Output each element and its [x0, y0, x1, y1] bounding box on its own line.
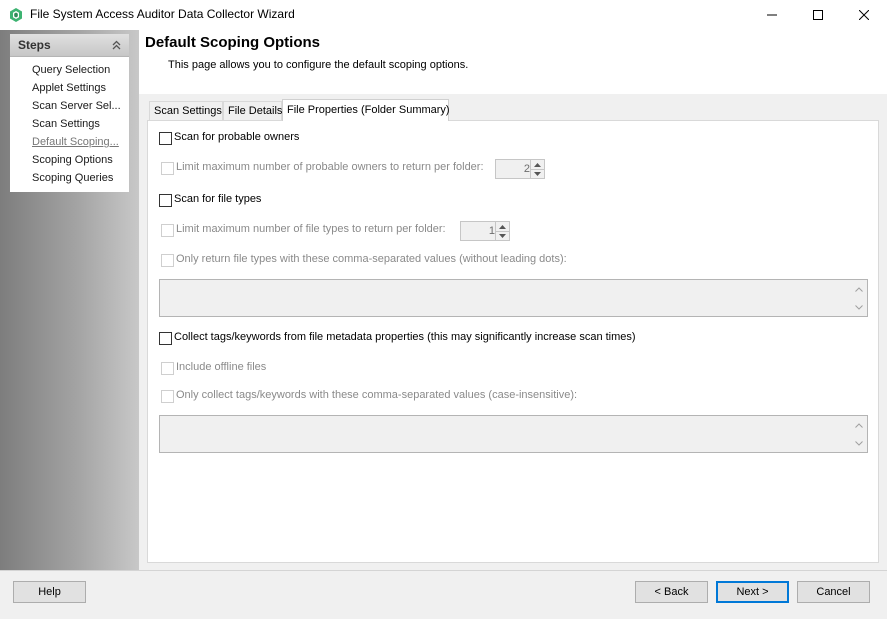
maximize-button[interactable] — [795, 0, 841, 30]
scroll-down-icon[interactable] — [854, 438, 864, 448]
step-default-scoping[interactable]: Default Scoping... — [32, 136, 124, 148]
only-file-types-label: Only return file types with these comma-… — [176, 253, 567, 265]
step-scan-server-selection[interactable]: Scan Server Sel... — [32, 100, 124, 112]
limit-file-types-label: Limit maximum number of file types to re… — [176, 223, 446, 235]
title-bar: File System Access Auditor Data Collecto… — [0, 0, 887, 30]
collapse-chevron-icon[interactable] — [112, 39, 121, 53]
steps-header[interactable]: Steps — [10, 34, 129, 57]
tab-panel-file-properties: Scan for probable owners Limit maximum n… — [147, 120, 879, 563]
back-button[interactable]: < Back — [635, 581, 708, 603]
collect-tags-label: Collect tags/keywords from file metadata… — [174, 331, 636, 343]
tab-file-details[interactable]: File Details — [223, 101, 282, 120]
limit-owners-stepper[interactable]: 2 — [495, 159, 545, 179]
steps-header-label: Steps — [18, 38, 51, 52]
scroll-down-icon[interactable] — [854, 302, 864, 312]
minimize-button[interactable] — [749, 0, 795, 30]
scroll-up-icon[interactable] — [854, 284, 864, 294]
close-icon — [859, 10, 869, 20]
step-query-selection[interactable]: Query Selection — [32, 64, 124, 76]
window-title: File System Access Auditor Data Collecto… — [30, 7, 295, 21]
cancel-button[interactable]: Cancel — [797, 581, 870, 603]
file-types-checkbox[interactable] — [159, 194, 172, 207]
only-file-types-checkbox[interactable] — [161, 254, 174, 267]
only-tags-label: Only collect tags/keywords with these co… — [176, 389, 578, 401]
step-scoping-queries[interactable]: Scoping Queries — [32, 172, 124, 184]
page-header: Default Scoping Options This page allows… — [139, 30, 887, 94]
steps-sidebar: Steps Query Selection Applet Settings Sc… — [0, 30, 139, 570]
scroll-up-icon[interactable] — [854, 420, 864, 430]
tags-textarea[interactable] — [159, 415, 868, 453]
step-applet-settings[interactable]: Applet Settings — [32, 82, 124, 94]
file-types-textarea[interactable] — [159, 279, 868, 317]
step-scan-settings[interactable]: Scan Settings — [32, 118, 124, 130]
limit-owners-checkbox[interactable] — [161, 162, 174, 175]
button-bar: Help < Back Next > Cancel — [0, 570, 887, 619]
offline-files-label: Include offline files — [176, 361, 267, 373]
spin-down-icon[interactable] — [531, 169, 544, 178]
next-button[interactable]: Next > — [716, 581, 789, 603]
page-description: This page allows you to configure the de… — [168, 59, 469, 71]
file-types-label: Scan for file types — [174, 193, 262, 205]
steps-box: Steps Query Selection Applet Settings Sc… — [10, 34, 129, 192]
tab-file-properties[interactable]: File Properties (Folder Summary) — [282, 99, 450, 121]
limit-file-types-stepper[interactable]: 1 — [460, 221, 510, 241]
maximize-icon — [813, 10, 823, 20]
only-tags-checkbox[interactable] — [161, 390, 174, 403]
limit-owners-label: Limit maximum number of probable owners … — [176, 161, 484, 173]
close-button[interactable] — [841, 0, 887, 30]
app-logo-icon — [8, 7, 24, 23]
step-scoping-options[interactable]: Scoping Options — [32, 154, 124, 166]
offline-files-checkbox[interactable] — [161, 362, 174, 375]
page-title: Default Scoping Options — [145, 34, 320, 51]
limit-file-types-checkbox[interactable] — [161, 224, 174, 237]
collect-tags-checkbox[interactable] — [159, 332, 172, 345]
content-area: Scan Settings File Details File Properti… — [139, 94, 887, 570]
probable-owners-checkbox[interactable] — [159, 132, 172, 145]
probable-owners-label: Scan for probable owners — [174, 131, 300, 143]
help-button[interactable]: Help — [13, 581, 86, 603]
spin-down-icon[interactable] — [496, 231, 509, 240]
minimize-icon — [767, 14, 777, 16]
tab-scan-settings[interactable]: Scan Settings — [149, 101, 223, 120]
